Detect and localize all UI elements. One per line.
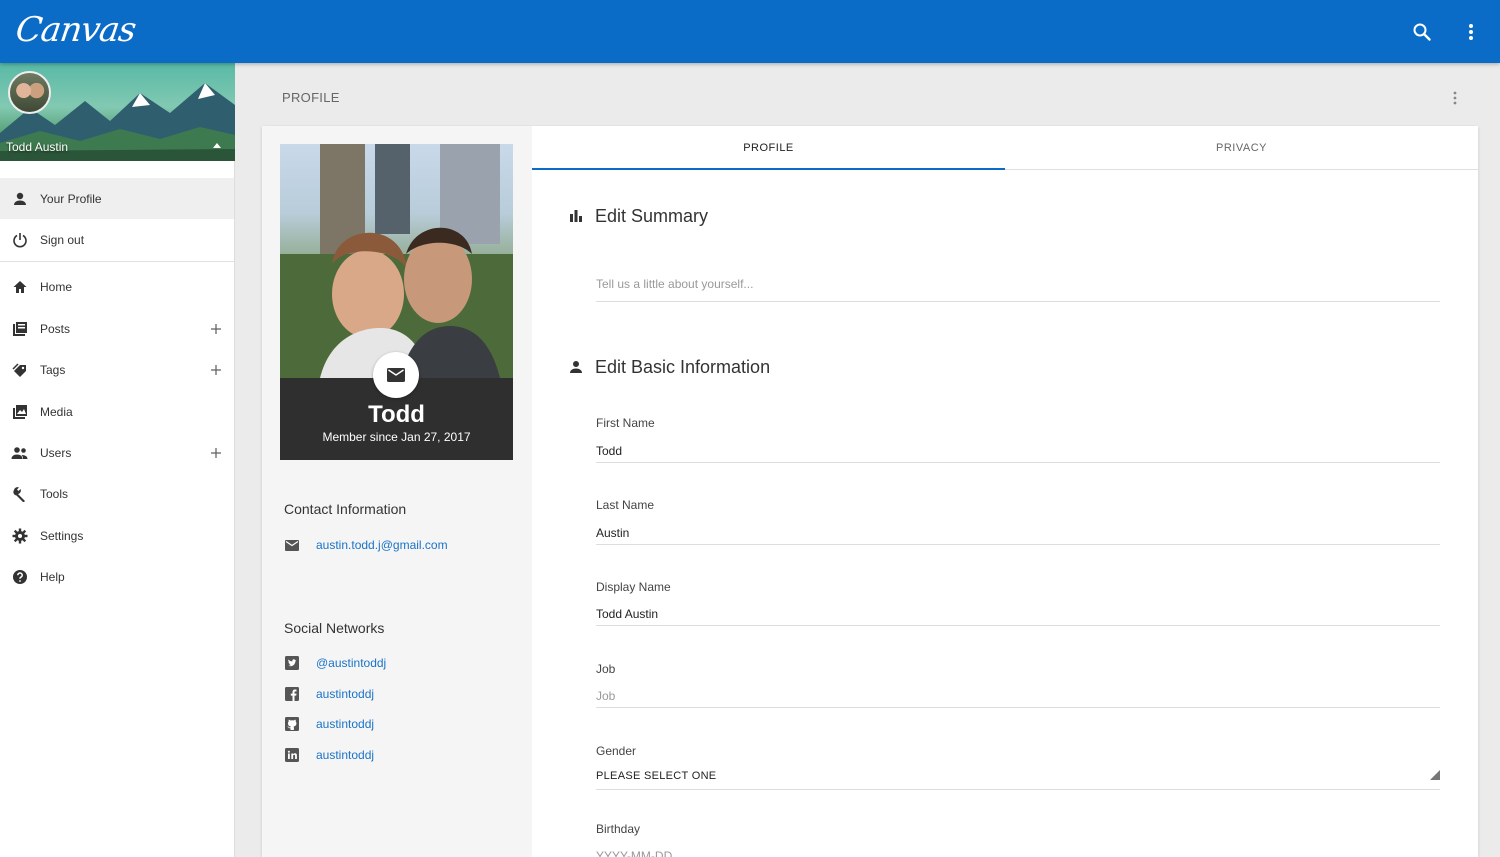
sidebar-item-label: Posts bbox=[40, 321, 71, 336]
app-logo[interactable]: Canvas bbox=[13, 10, 138, 50]
add-post-icon[interactable] bbox=[209, 322, 223, 336]
sidebar-item-label: Home bbox=[40, 279, 73, 294]
display-name-label: Display Name bbox=[596, 580, 671, 594]
sidebar-divider bbox=[0, 261, 234, 262]
add-user-icon[interactable] bbox=[209, 446, 223, 460]
sidebar-item-label: Sign out bbox=[40, 232, 85, 247]
job-field[interactable] bbox=[596, 684, 1440, 708]
app-bar: Canvas bbox=[0, 0, 1500, 63]
tab-privacy[interactable]: PRIVACY bbox=[1005, 126, 1478, 170]
gender-select[interactable]: PLEASE SELECT ONE bbox=[596, 764, 1440, 790]
twitter-icon bbox=[284, 655, 300, 671]
profile-photo-card: Todd Member since Jan 27, 2017 bbox=[280, 144, 513, 460]
bar-chart-icon bbox=[568, 208, 584, 224]
facebook-link[interactable]: austintoddj bbox=[316, 687, 374, 701]
sidebar-item-label: Help bbox=[40, 569, 65, 584]
twitter-link[interactable]: @austintoddj bbox=[316, 656, 386, 670]
contact-heading: Contact Information bbox=[284, 501, 407, 517]
last-name-label: Last Name bbox=[596, 498, 655, 512]
account-caret-icon[interactable] bbox=[213, 143, 221, 148]
sidebar-item-your-profile[interactable]: Your Profile bbox=[0, 178, 234, 219]
sidebar-item-media[interactable]: Media bbox=[0, 391, 234, 432]
person-icon bbox=[568, 359, 584, 375]
birthday-label: Birthday bbox=[596, 822, 641, 836]
media-icon bbox=[10, 402, 30, 422]
edit-summary-heading: Edit Summary bbox=[568, 206, 708, 226]
posts-icon bbox=[10, 319, 30, 339]
profile-banner: Todd Austin bbox=[0, 63, 235, 161]
sidebar-item-home[interactable]: Home bbox=[0, 266, 234, 307]
profile-tabs: PROFILE PRIVACY bbox=[532, 126, 1478, 170]
sidebar-item-label: Your Profile bbox=[40, 191, 102, 206]
mail-icon bbox=[387, 368, 405, 382]
page-title: PROFILE bbox=[282, 90, 340, 105]
sidebar-item-settings[interactable]: Settings bbox=[0, 515, 234, 556]
social-row-github: austintoddj bbox=[284, 715, 374, 733]
edit-basic-info-title: Edit Basic Information bbox=[595, 356, 771, 377]
social-row-facebook: austintoddj bbox=[284, 685, 374, 703]
wrench-icon bbox=[10, 484, 30, 504]
tab-profile[interactable]: PROFILE bbox=[532, 126, 1005, 170]
github-icon bbox=[284, 716, 300, 732]
sidebar-item-tags[interactable]: Tags bbox=[0, 349, 234, 390]
tags-icon bbox=[10, 360, 30, 380]
send-email-button[interactable] bbox=[373, 352, 419, 398]
person-icon bbox=[10, 189, 30, 209]
sidebar-item-help[interactable]: Help bbox=[0, 556, 234, 597]
gender-label: Gender bbox=[596, 744, 637, 758]
mail-icon bbox=[284, 537, 300, 553]
sidebar-item-tools[interactable]: Tools bbox=[0, 473, 234, 514]
member-since: Member since Jan 27, 2017 bbox=[322, 430, 471, 444]
sidebar-item-label: Tags bbox=[40, 362, 66, 377]
birthday-field[interactable] bbox=[596, 844, 1440, 857]
edit-summary-title: Edit Summary bbox=[595, 205, 709, 226]
page-more-vert-icon[interactable] bbox=[1447, 88, 1463, 108]
github-link[interactable]: austintoddj bbox=[316, 717, 374, 731]
profile-name: Todd bbox=[368, 401, 425, 428]
job-label: Job bbox=[596, 662, 616, 676]
profile-summary-panel: Todd Member since Jan 27, 2017 Contact I… bbox=[262, 126, 532, 857]
search-icon[interactable] bbox=[1410, 20, 1434, 44]
edit-basic-info-heading: Edit Basic Information bbox=[568, 357, 770, 377]
sidebar-item-posts[interactable]: Posts bbox=[0, 308, 234, 349]
profile-photo bbox=[280, 144, 513, 378]
sidebar-item-label: Users bbox=[40, 445, 72, 460]
social-heading: Social Networks bbox=[284, 620, 385, 636]
sidebar-item-label: Settings bbox=[40, 528, 84, 543]
first-name-label: First Name bbox=[596, 416, 655, 430]
facebook-icon bbox=[284, 686, 300, 702]
summary-input[interactable] bbox=[596, 266, 1440, 302]
power-icon bbox=[10, 230, 30, 250]
social-row-linkedin: austintoddj bbox=[284, 746, 374, 764]
sidebar-item-users[interactable]: Users bbox=[0, 432, 234, 473]
linkedin-link[interactable]: austintoddj bbox=[316, 748, 374, 762]
user-name: Todd Austin bbox=[6, 140, 69, 154]
last-name-field[interactable] bbox=[596, 521, 1440, 545]
sidebar-item-label: Media bbox=[40, 404, 73, 419]
profile-card: Todd Member since Jan 27, 2017 Contact I… bbox=[262, 126, 1478, 857]
gender-select-value: PLEASE SELECT ONE bbox=[596, 770, 717, 782]
first-name-field[interactable] bbox=[596, 439, 1440, 463]
home-icon bbox=[10, 277, 30, 297]
dropdown-arrow-icon bbox=[1430, 770, 1440, 780]
active-tab-indicator bbox=[532, 168, 1005, 170]
avatar[interactable] bbox=[8, 71, 51, 114]
social-row-twitter: @austintoddj bbox=[284, 654, 386, 672]
add-tag-icon[interactable] bbox=[209, 363, 223, 377]
help-icon bbox=[10, 567, 30, 587]
sidebar: Todd Austin Your Profile Sign out Home P… bbox=[0, 63, 235, 857]
display-name-field[interactable] bbox=[596, 602, 1440, 626]
more-vert-icon[interactable] bbox=[1459, 20, 1483, 44]
contact-email-row: austin.todd.j@gmail.com bbox=[284, 536, 448, 554]
users-icon bbox=[10, 443, 30, 463]
linkedin-icon bbox=[284, 747, 300, 763]
email-link[interactable]: austin.todd.j@gmail.com bbox=[316, 538, 448, 552]
sidebar-item-label: Tools bbox=[40, 486, 69, 501]
sidebar-item-sign-out[interactable]: Sign out bbox=[0, 219, 234, 260]
gear-icon bbox=[10, 526, 30, 546]
